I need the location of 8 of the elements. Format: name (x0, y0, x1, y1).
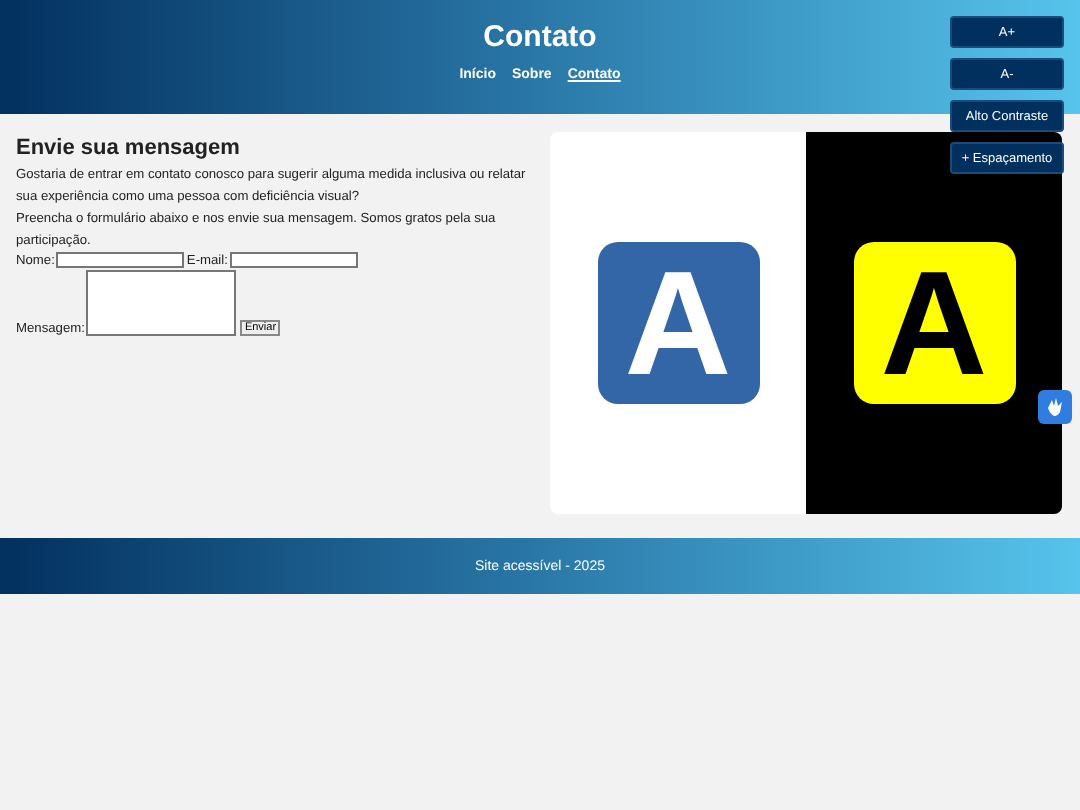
letter-icon: A (597, 242, 759, 404)
page-title: Contato (483, 20, 597, 54)
form-heading: Envie sua mensagem (16, 136, 242, 160)
name-field[interactable] (56, 252, 185, 268)
letter-icon: A (853, 242, 1015, 404)
email-field[interactable] (229, 252, 358, 268)
hand-icon[interactable] (1038, 390, 1072, 424)
message-field[interactable] (86, 270, 237, 336)
